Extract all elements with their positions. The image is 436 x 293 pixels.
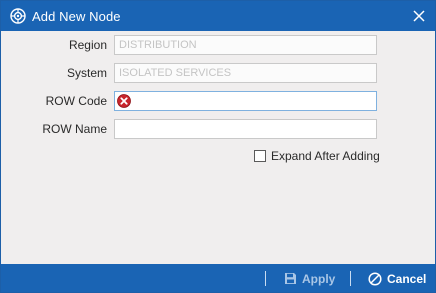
row-name-label: ROW Name — [42, 122, 107, 136]
cancel-label: Cancel — [387, 271, 427, 286]
save-icon — [284, 272, 297, 285]
expand-after-adding-checkbox[interactable] — [254, 150, 266, 162]
expand-after-adding-option[interactable]: Expand After Adding — [254, 148, 380, 164]
expand-after-adding-label: Expand After Adding — [271, 149, 380, 163]
title-bar: Add New Node — [1, 1, 435, 31]
error-icon — [117, 94, 131, 108]
row-name-input[interactable] — [114, 119, 377, 139]
row-name-row: ROW Name — [1, 119, 435, 141]
row-code-row: ROW Code — [1, 91, 435, 113]
region-row: Region — [1, 35, 435, 57]
apply-button[interactable]: Apply — [284, 270, 335, 287]
add-new-node-dialog: Add New Node Region System ROW Code ROW … — [0, 0, 436, 293]
cancel-icon — [368, 271, 382, 286]
node-gear-icon — [10, 8, 26, 24]
region-label: Region — [68, 38, 107, 52]
system-field[interactable] — [114, 63, 377, 83]
system-row: System — [1, 63, 435, 85]
region-field[interactable] — [114, 35, 377, 55]
footer-separator — [265, 271, 266, 286]
system-label: System — [66, 66, 107, 80]
close-button[interactable] — [409, 6, 429, 26]
footer-separator — [350, 271, 351, 286]
dialog-title: Add New Node — [32, 9, 121, 24]
footer-bar: Apply Cancel — [1, 264, 435, 292]
close-icon — [413, 10, 425, 22]
row-code-label: ROW Code — [45, 94, 107, 108]
cancel-button[interactable]: Cancel — [368, 270, 426, 287]
row-code-input[interactable] — [114, 91, 377, 111]
apply-label: Apply — [302, 271, 336, 286]
